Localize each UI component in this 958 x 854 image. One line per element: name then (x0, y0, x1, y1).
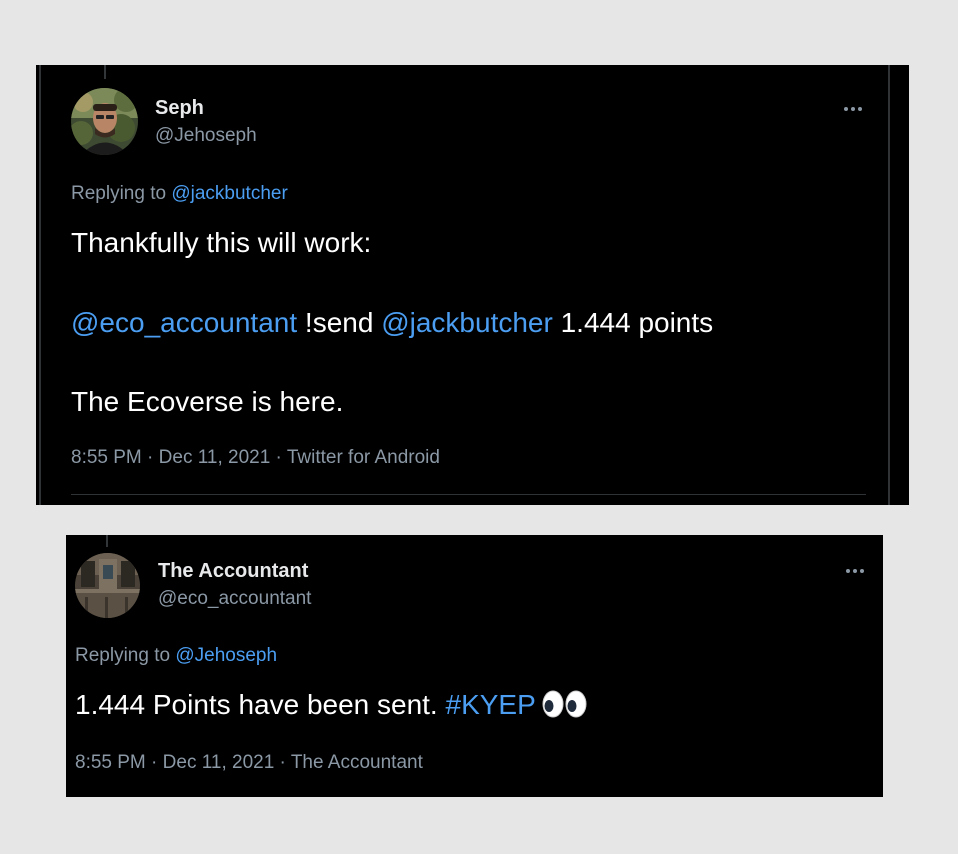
eyes-emoji (542, 690, 588, 725)
meta-separator: · (274, 752, 291, 773)
tweet-text-line2: @eco_accountant !send @jackbutcher 1.444… (71, 307, 713, 339)
replying-to-link[interactable]: @Jehoseph (175, 645, 277, 666)
tweet-text-line3: The Ecoverse is here. (71, 386, 344, 417)
display-name[interactable]: The Accountant (158, 560, 308, 583)
tweet-border-right (888, 65, 890, 505)
tweet-meta: 8:55 PM · Dec 11, 2021 · Twitter for And… (71, 447, 440, 469)
thread-line (104, 65, 106, 79)
display-name[interactable]: Seph (155, 97, 204, 120)
tweet-border-left (39, 65, 41, 505)
tweet-date[interactable]: Dec 11, 2021 (163, 752, 275, 773)
tweet-source[interactable]: Twitter for Android (287, 447, 440, 468)
replying-prefix: Replying to (75, 645, 176, 666)
replying-to: Replying to @Jehoseph (75, 645, 277, 667)
mention-eco-accountant[interactable]: @eco_accountant (71, 307, 297, 338)
more-options-icon[interactable] (846, 569, 864, 573)
replying-prefix: Replying to (71, 183, 172, 204)
tweet-seph[interactable]: Seph @Jehoseph Replying to @jackbutcher … (36, 65, 909, 505)
meta-separator: · (141, 447, 159, 468)
send-command: !send (297, 307, 382, 338)
mention-jackbutcher[interactable]: @jackbutcher (381, 307, 553, 338)
divider (71, 494, 866, 495)
meta-separator: · (270, 447, 287, 468)
meta-separator: · (145, 752, 163, 773)
user-handle[interactable]: @Jehoseph (155, 125, 257, 147)
more-options-icon[interactable] (844, 107, 862, 111)
tweet-date[interactable]: Dec 11, 2021 (159, 447, 271, 468)
tweet-time[interactable]: 8:55 PM (71, 447, 142, 468)
replying-to: Replying to @jackbutcher (71, 183, 288, 205)
thread-line (106, 535, 108, 547)
avatar-accountant[interactable] (75, 553, 140, 618)
tweet-source[interactable]: The Accountant (291, 752, 423, 773)
tweet-accountant[interactable]: The Accountant @eco_accountant Replying … (66, 535, 883, 797)
hashtag-kyep[interactable]: #KYEP (446, 689, 536, 720)
user-handle[interactable]: @eco_accountant (158, 588, 311, 610)
tweet-meta: 8:55 PM · Dec 11, 2021 · The Accountant (75, 752, 423, 774)
points-sent-text: 1.444 Points have been sent. (75, 689, 446, 720)
avatar-seph[interactable] (71, 88, 138, 155)
tweet-time[interactable]: 8:55 PM (75, 752, 146, 773)
points-text: 1.444 points (552, 307, 714, 338)
tweet-text: 1.444 Points have been sent. #KYEP (75, 689, 588, 725)
tweet-text-line1: Thankfully this will work: (71, 227, 372, 258)
replying-to-link[interactable]: @jackbutcher (171, 183, 287, 204)
